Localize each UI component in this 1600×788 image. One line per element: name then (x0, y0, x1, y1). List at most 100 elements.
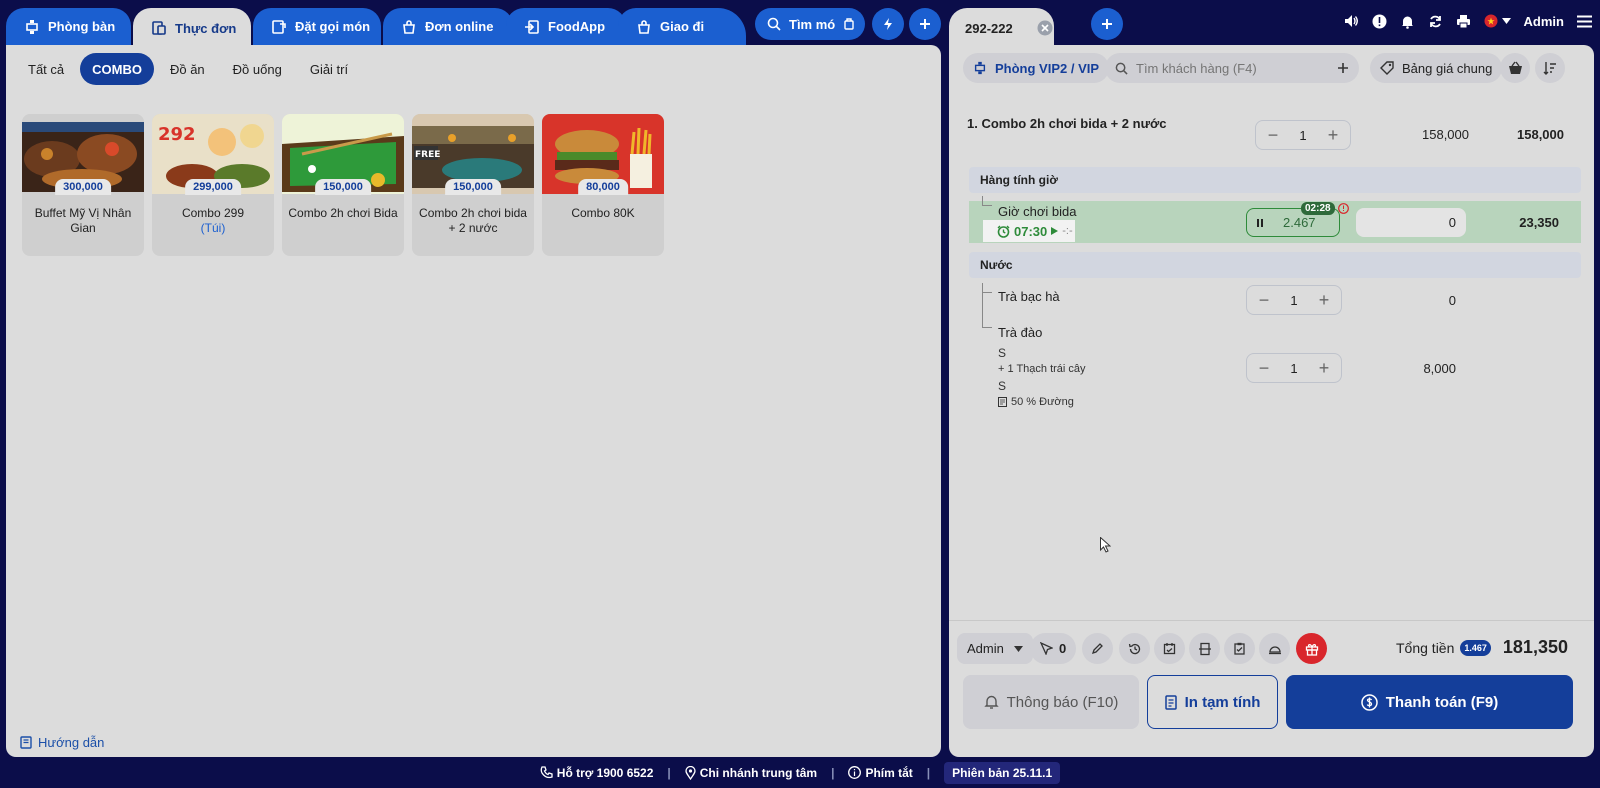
item-price: 300,000 (55, 179, 111, 195)
shortcuts-link[interactable]: Phím tắt (848, 765, 913, 780)
menu-panel: Tất cả COMBO Đồ ăn Đồ uống Giải trí 300,… (6, 45, 941, 757)
branch-selector[interactable]: Chi nhánh trung tâm (685, 765, 818, 780)
category-drinks[interactable]: Đồ uống (221, 53, 294, 85)
tab-giao-di[interactable]: Giao đi (618, 8, 746, 45)
time-qty-input[interactable]: 0 (1356, 208, 1466, 237)
bell-icon[interactable] (1400, 14, 1415, 29)
quick-sale-button[interactable] (872, 8, 904, 40)
drink-topping: + 1 Thạch trái cây (998, 363, 1086, 375)
add-customer-icon[interactable] (1337, 62, 1349, 74)
warning-icon[interactable] (1338, 203, 1349, 214)
info-icon[interactable] (1372, 14, 1387, 29)
pay-button[interactable]: Thanh toán (F9) (1286, 675, 1573, 729)
order-icon (271, 19, 287, 35)
menu-item-card[interactable]: FREE 150,000 Combo 2h chơi bida + 2 nước (412, 114, 534, 256)
language-flag-icon[interactable] (1484, 14, 1511, 28)
book-icon (20, 736, 32, 749)
drink-size: S (998, 346, 1007, 360)
tab-thuc-don[interactable]: Thực đơn (133, 8, 251, 48)
customer-search-input[interactable] (1136, 60, 1326, 76)
edit-button[interactable] (1082, 633, 1113, 664)
print-draft-button[interactable]: In tạm tính (1147, 675, 1278, 729)
calendar-icon (1163, 642, 1176, 655)
note-icon (998, 397, 1007, 407)
guest-count-button[interactable]: 0 (1030, 633, 1077, 664)
sync-icon[interactable] (1428, 14, 1443, 29)
plus-icon[interactable]: + (1317, 290, 1331, 311)
split-order-button[interactable] (1189, 633, 1220, 664)
menu-item-card[interactable]: 292 299,000 Combo 299 (Túi) (152, 114, 274, 256)
time-item-total: 23,350 (1519, 215, 1559, 230)
plus-icon[interactable]: + (1317, 358, 1331, 379)
plus-icon (1100, 17, 1114, 31)
gift-button[interactable] (1296, 633, 1327, 664)
menu-item-card[interactable]: 80,000 Combo 80K (542, 114, 664, 256)
category-food[interactable]: Đồ ăn (158, 53, 217, 85)
quantity-stepper[interactable]: − 1 + (1255, 120, 1351, 150)
guest-icon (1040, 642, 1053, 655)
hamburger-menu-icon[interactable] (1577, 15, 1592, 28)
room-selector[interactable]: Phòng VIP2 / VIP (963, 53, 1110, 83)
quantity-stepper[interactable]: − 1 + (1246, 353, 1342, 383)
category-all[interactable]: Tất cả (16, 53, 76, 85)
customer-search-field[interactable] (1105, 53, 1359, 83)
guest-count: 0 (1059, 641, 1067, 656)
service-bell-button[interactable] (1259, 633, 1290, 664)
item-image: 300,000 (22, 114, 144, 195)
minus-icon[interactable]: − (1266, 125, 1280, 146)
tab-phong-ban[interactable]: Phòng bàn (6, 8, 131, 45)
timer-start-field[interactable]: 07:30 -:- (983, 220, 1075, 242)
drink-note: 50 % Đường (998, 396, 1074, 408)
tab-label: Phòng bàn (48, 19, 116, 34)
menu-item-card[interactable]: 150,000 Combo 2h chơi Bida (282, 114, 404, 256)
notify-button[interactable]: Thông báo (F10) (963, 675, 1139, 729)
status-bar: Hỗ trợ 1900 6522 | Chi nhánh trung tâm |… (0, 757, 1600, 788)
plus-icon[interactable]: + (1326, 125, 1340, 146)
menu-item-card[interactable]: 300,000 Buffet Mỹ Vị Nhân Gian (22, 114, 144, 256)
table-icon (973, 61, 987, 75)
total-amount: 181,350 (1502, 637, 1568, 657)
quantity-stepper[interactable]: − 1 + (1246, 285, 1342, 315)
plus-icon (918, 17, 932, 31)
minus-icon[interactable]: − (1257, 290, 1271, 311)
line-total: 158,000 (1517, 127, 1564, 142)
svg-text:292: 292 (158, 124, 196, 145)
tree-connector (982, 196, 992, 206)
order-tab[interactable]: 292-222 (949, 8, 1054, 48)
quantity-value: 1 (1290, 292, 1298, 308)
tab-label: Thực đơn (175, 20, 237, 36)
category-combo[interactable]: COMBO (80, 53, 154, 85)
tab-don-online[interactable]: Đơn online (383, 8, 513, 45)
price-list-selector[interactable]: Bảng giá chung (1370, 53, 1503, 83)
minus-icon[interactable]: − (1257, 358, 1271, 379)
item-price: 80,000 (578, 179, 628, 195)
clipboard-button[interactable] (1224, 633, 1255, 664)
top-right-toolbar: Admin (1343, 13, 1592, 29)
pause-icon[interactable] (1257, 218, 1263, 227)
menu-icon (151, 20, 167, 36)
staff-selector[interactable]: Admin (957, 633, 1033, 664)
history-button[interactable] (1119, 633, 1150, 664)
new-order-button[interactable] (1091, 8, 1123, 40)
delivery-icon (636, 19, 652, 35)
search-label: Tìm mó (789, 16, 836, 32)
add-tab-button[interactable] (909, 8, 941, 40)
tab-dat-goi-mon[interactable]: Đặt gọi món (253, 8, 381, 45)
support-hotline[interactable]: Hỗ trợ 1900 6522 (540, 766, 653, 780)
branch-label: Chi nhánh trung tâm (699, 765, 818, 780)
left-tab-bar: Phòng bàn Thực đơn Đặt gọi món Đơn onlin… (6, 8, 746, 48)
speaker-icon[interactable] (1343, 13, 1359, 29)
guide-label: Hướng dẫn (38, 735, 105, 750)
sort-button[interactable] (1535, 53, 1565, 83)
location-pin-icon (685, 765, 696, 780)
close-icon[interactable] (1037, 20, 1053, 36)
menu-search-button[interactable]: Tìm mó (755, 8, 865, 40)
category-entertainment[interactable]: Giải trí (298, 53, 360, 85)
tab-foodapp[interactable]: FoodApp (506, 8, 626, 45)
printer-icon[interactable] (1456, 14, 1471, 29)
guide-link[interactable]: Hướng dẫn (20, 735, 104, 750)
admin-user[interactable]: Admin (1524, 14, 1564, 29)
basket-button[interactable] (1500, 53, 1530, 83)
shortcuts-label: Phím tắt (865, 765, 913, 780)
calendar-button[interactable] (1154, 633, 1185, 664)
